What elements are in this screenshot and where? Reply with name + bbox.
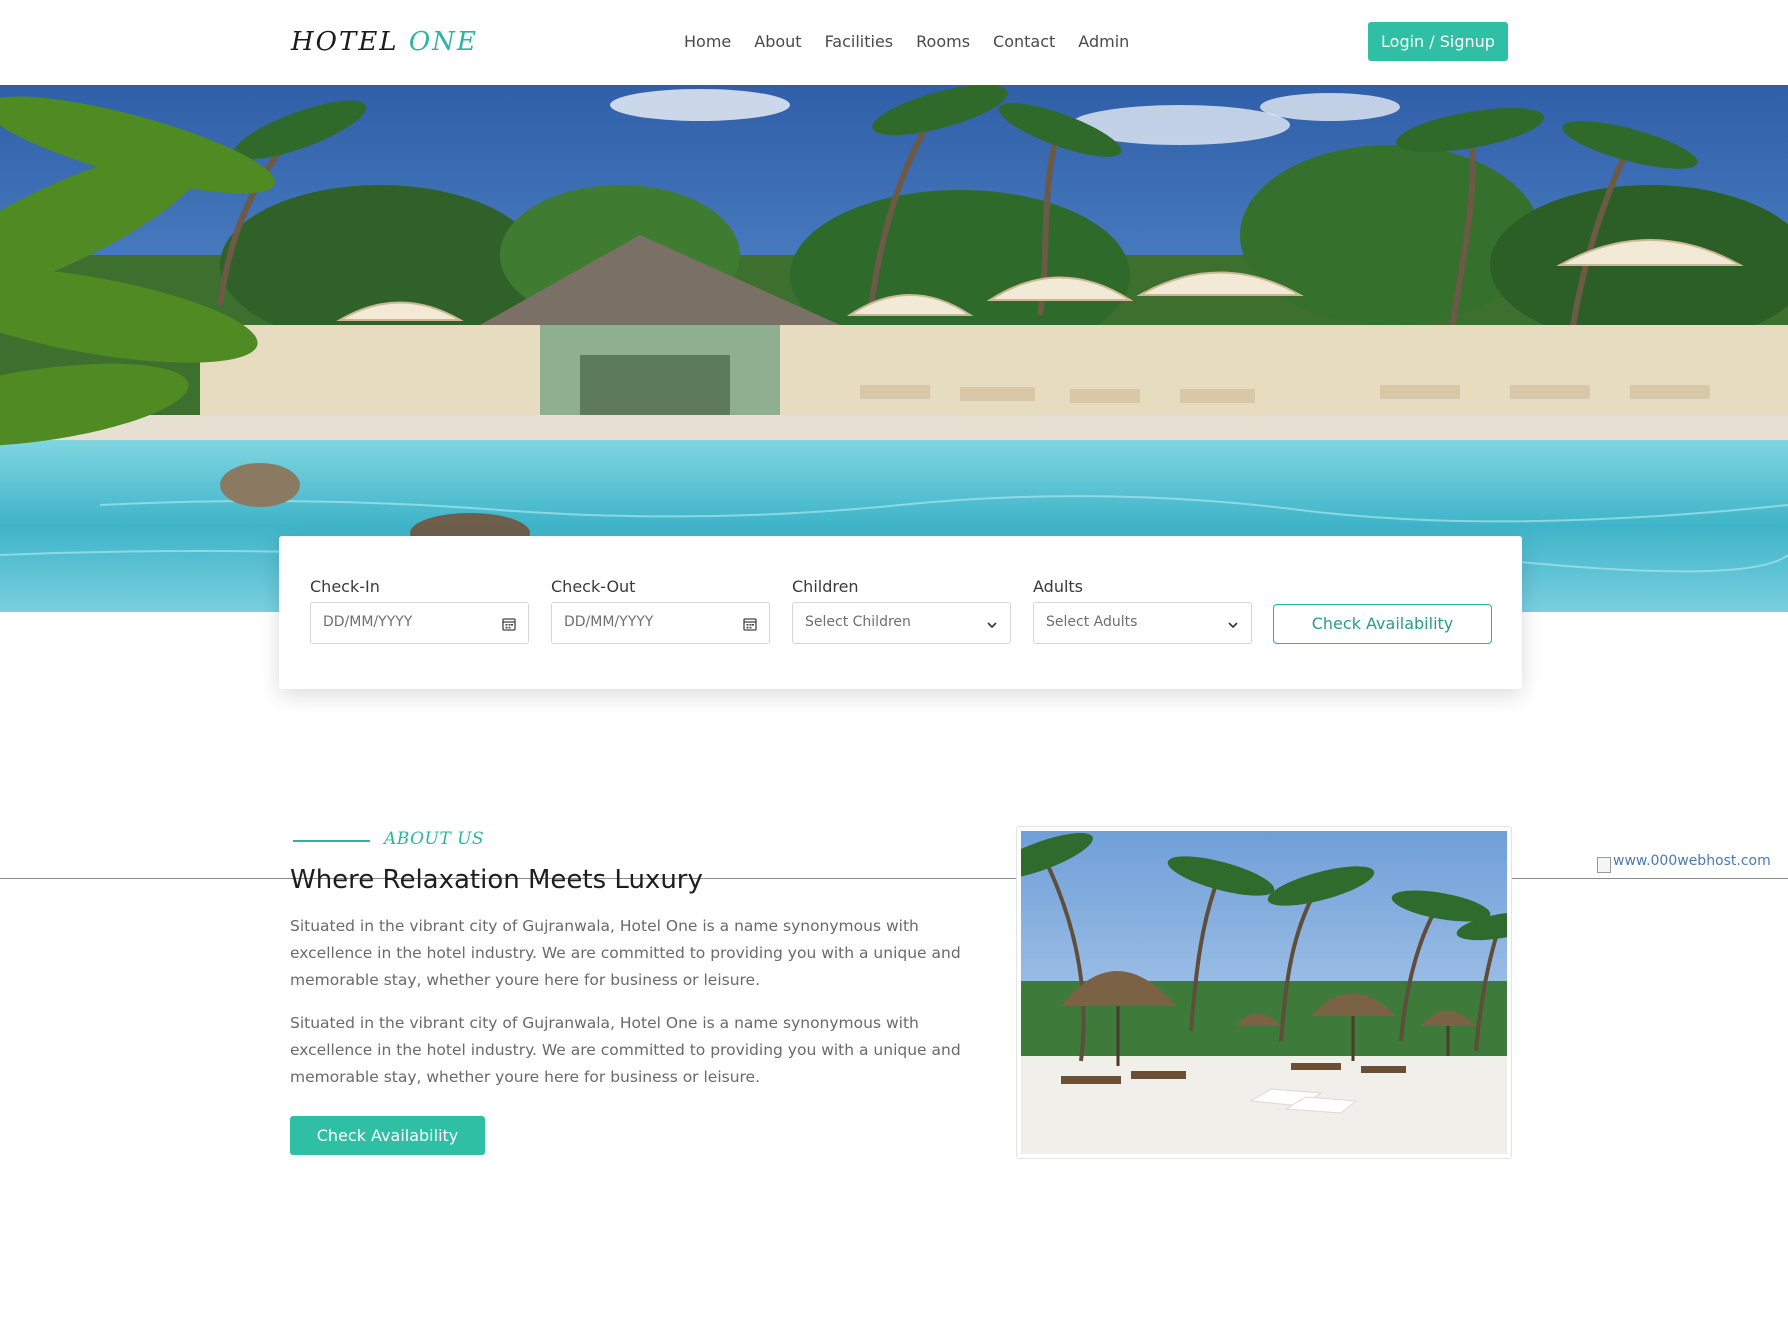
broken-image-icon	[1597, 857, 1611, 873]
about-paragraph-2: Situated in the vibrant city of Gujranwa…	[290, 1014, 961, 1086]
horizontal-divider	[0, 878, 1788, 879]
adults-label: Adults	[1033, 577, 1084, 596]
hero-resort-pool-illustration	[0, 85, 1788, 612]
hero-image	[0, 85, 1788, 612]
about-paragraph-1: Situated in the vibrant city of Gujranwa…	[290, 917, 961, 989]
nav-contact[interactable]: Contact	[993, 30, 1055, 54]
children-select[interactable]: Select Children	[792, 602, 1011, 644]
checkin-label: Check-In	[310, 577, 380, 596]
site-header: HOTEL ONE Home About Facilities Rooms Co…	[0, 0, 1788, 85]
children-selected-value: Select Children	[805, 614, 911, 630]
checkin-input[interactable]: DD/MM/YYYY	[310, 602, 529, 644]
about-eyebrow-line	[293, 840, 370, 842]
checkout-placeholder: DD/MM/YYYY	[564, 614, 654, 630]
broken-image-link[interactable]: www.000webhost.com	[1597, 853, 1771, 873]
checkout-input[interactable]: DD/MM/YYYY	[551, 602, 770, 644]
adults-select[interactable]: Select Adults	[1033, 602, 1252, 644]
check-availability-button[interactable]: Check Availability	[1273, 604, 1492, 644]
nav-about[interactable]: About	[754, 30, 801, 54]
checkout-label: Check-Out	[551, 577, 636, 596]
nav-facilities[interactable]: Facilities	[825, 30, 894, 54]
about-eyebrow: ABOUT US	[384, 829, 485, 849]
calendar-icon[interactable]	[743, 616, 757, 635]
children-label: Children	[792, 577, 859, 596]
chevron-down-icon	[1227, 616, 1239, 635]
beach-huts-illustration	[1021, 831, 1507, 1154]
login-signup-button[interactable]: Login / Signup	[1368, 22, 1508, 61]
checkin-placeholder: DD/MM/YYYY	[323, 614, 413, 630]
about-image	[1016, 826, 1512, 1159]
booking-form: Check-In DD/MM/YYYY Check-Out DD/MM/YYYY…	[279, 536, 1522, 689]
logo-word-one: ONE	[408, 27, 478, 57]
calendar-icon[interactable]	[502, 616, 516, 635]
main-nav: Home About Facilities Rooms Contact Admi…	[684, 30, 1152, 54]
chevron-down-icon	[986, 616, 998, 635]
nav-admin[interactable]: Admin	[1078, 30, 1129, 54]
about-check-availability-button[interactable]: Check Availability	[290, 1116, 485, 1155]
site-logo[interactable]: HOTEL ONE	[291, 24, 478, 60]
about-title: Where Relaxation Meets Luxury	[290, 865, 703, 895]
logo-word-hotel: HOTEL	[291, 27, 399, 57]
nav-home[interactable]: Home	[684, 30, 731, 54]
nav-rooms[interactable]: Rooms	[916, 30, 970, 54]
adults-selected-value: Select Adults	[1046, 614, 1138, 630]
broken-image-alt-text: www.000webhost.com	[1613, 853, 1771, 869]
